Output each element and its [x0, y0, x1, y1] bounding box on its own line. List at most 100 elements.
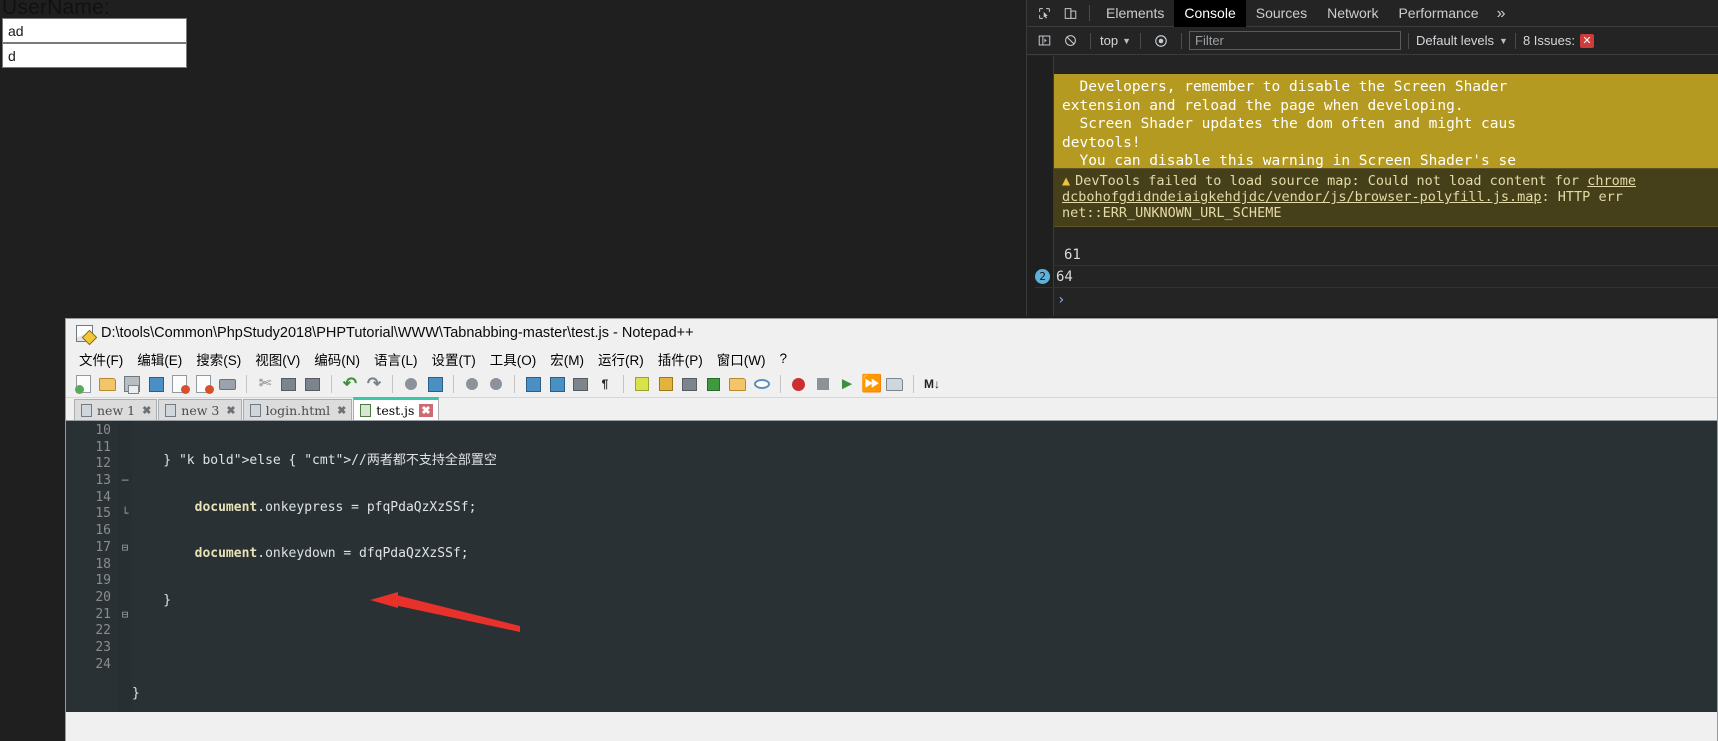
- console-sidebar-icon[interactable]: [1031, 29, 1057, 53]
- close-all-icon[interactable]: [194, 374, 214, 394]
- fold-marker-collapse[interactable]: ⊟: [118, 607, 132, 624]
- replace-icon[interactable]: [425, 374, 445, 394]
- console-log-entry: 2 64: [1035, 266, 1718, 288]
- menu-help[interactable]: ?: [772, 349, 794, 368]
- divider: [514, 374, 515, 393]
- fold-marker: [118, 523, 132, 540]
- save-icon[interactable]: [122, 374, 142, 394]
- paste-icon[interactable]: [303, 374, 323, 394]
- console-output[interactable]: Developers, remember to disable the Scre…: [1027, 56, 1718, 316]
- stop-macro-icon[interactable]: [813, 374, 833, 394]
- close-file-icon[interactable]: [170, 374, 190, 394]
- line-number: 16: [95, 523, 111, 539]
- monitor-icon[interactable]: [752, 374, 772, 394]
- menu-plugins[interactable]: 插件(P): [651, 347, 710, 371]
- code-editor[interactable]: 10 11 12 13 14 15 16 17 18 19 20 21 22 2…: [66, 421, 1717, 712]
- code-folding-column[interactable]: ─ └ ⊟ ⊟: [118, 421, 132, 712]
- divider: [392, 374, 393, 393]
- tab-performance[interactable]: Performance: [1388, 0, 1488, 27]
- tab-network[interactable]: Network: [1317, 0, 1388, 27]
- zoom-in-icon[interactable]: [462, 374, 482, 394]
- live-expression-icon[interactable]: [1148, 29, 1174, 53]
- tab-sources[interactable]: Sources: [1246, 0, 1317, 27]
- username-input[interactable]: [2, 18, 187, 43]
- line-number: 18: [95, 556, 111, 572]
- cut-icon[interactable]: ✄: [255, 374, 275, 394]
- document-tab-strip: new 1 ✖ new 3 ✖ login.html ✖ test.js ✖: [66, 397, 1717, 421]
- more-tabs-icon[interactable]: »: [1489, 0, 1514, 27]
- doc-tab-test-js[interactable]: test.js ✖: [353, 397, 439, 420]
- issues-counter[interactable]: 8 Issues: ✕: [1523, 33, 1594, 48]
- undo-icon[interactable]: ↶: [340, 374, 360, 394]
- redo-icon[interactable]: ↷: [364, 374, 384, 394]
- sourcemap-link-part2[interactable]: dcbohofgdidndeiaigkehdjdc/vendor/js/brow…: [1062, 189, 1542, 205]
- console-filter-input[interactable]: [1189, 31, 1401, 50]
- fast-play-macro-icon[interactable]: ⏩: [861, 374, 882, 394]
- fold-marker: [118, 623, 132, 640]
- menu-language[interactable]: 语言(L): [367, 347, 425, 371]
- word-wrap-icon[interactable]: [571, 374, 591, 394]
- menu-settings[interactable]: 设置(T): [425, 347, 483, 371]
- menu-macro[interactable]: 宏(M): [543, 347, 591, 371]
- line-number: 12: [95, 456, 111, 472]
- find-icon[interactable]: [401, 374, 421, 394]
- tab-console[interactable]: Console: [1174, 0, 1246, 27]
- record-macro-icon[interactable]: [789, 374, 809, 394]
- inspect-element-icon[interactable]: [1031, 1, 1057, 25]
- menu-window[interactable]: 窗口(W): [710, 347, 773, 371]
- code-content[interactable]: } "k bold">else { "cmt">//两者都不支持全部置空 doc…: [132, 421, 1717, 712]
- fold-marker-collapse[interactable]: ⊟: [118, 540, 132, 557]
- sync-horizontal-icon[interactable]: [547, 374, 567, 394]
- user-language-icon[interactable]: [656, 374, 676, 394]
- menu-run[interactable]: 运行(R): [591, 347, 651, 371]
- play-macro-icon[interactable]: ►: [837, 374, 857, 394]
- menu-file[interactable]: 文件(F): [72, 347, 130, 371]
- zoom-out-icon[interactable]: [486, 374, 506, 394]
- console-filter-bar: top ▼ Default levels ▼ 8 Issues: ✕: [1027, 27, 1718, 55]
- line-number: 10: [95, 423, 111, 438]
- save-all-icon[interactable]: [146, 374, 166, 394]
- copy-icon[interactable]: [279, 374, 299, 394]
- doc-map-icon[interactable]: [680, 374, 700, 394]
- clear-console-icon[interactable]: [1057, 29, 1083, 53]
- menu-tools[interactable]: 工具(O): [483, 347, 544, 371]
- close-icon[interactable]: ✖: [140, 404, 151, 417]
- context-selector[interactable]: top ▼: [1098, 33, 1133, 48]
- save-macro-icon[interactable]: [885, 374, 905, 394]
- sourcemap-prefix: DevTools failed to load source map: Coul…: [1075, 173, 1588, 189]
- password-input[interactable]: [2, 43, 187, 68]
- close-icon[interactable]: ✖: [224, 404, 235, 417]
- divider: [453, 374, 454, 393]
- sync-vertical-icon[interactable]: [523, 374, 543, 394]
- code-line: }: [132, 593, 172, 609]
- open-file-icon[interactable]: [98, 374, 118, 394]
- code-line: document.onkeypress = pfqPdaQzXzSSf;: [194, 499, 477, 515]
- console-prompt[interactable]: ›: [1057, 292, 1065, 308]
- divider: [246, 374, 247, 393]
- menu-encoding[interactable]: 编码(N): [307, 347, 367, 371]
- notepadpp-window: D:\tools\Common\PhpStudy2018\PHPTutorial…: [65, 318, 1718, 741]
- function-list-icon[interactable]: [704, 374, 724, 394]
- line-number-gutter: 10 11 12 13 14 15 16 17 18 19 20 21 22 2…: [66, 421, 118, 712]
- menu-search[interactable]: 搜索(S): [189, 347, 248, 371]
- doc-tab-new-1[interactable]: new 1 ✖: [74, 399, 158, 420]
- folder-workspace-icon[interactable]: [728, 374, 748, 394]
- doc-tab-login-html[interactable]: login.html ✖: [242, 399, 353, 420]
- close-icon[interactable]: ✖: [419, 403, 433, 417]
- new-file-icon[interactable]: [74, 374, 94, 394]
- file-icon: [81, 403, 92, 417]
- log-level-selector[interactable]: Default levels ▼: [1416, 33, 1508, 48]
- close-icon[interactable]: ✖: [335, 404, 346, 417]
- tab-elements[interactable]: Elements: [1096, 0, 1174, 27]
- device-toolbar-icon[interactable]: [1057, 1, 1083, 25]
- indent-guide-icon[interactable]: [632, 374, 652, 394]
- markdown-icon[interactable]: M↓: [922, 374, 942, 394]
- show-all-chars-icon[interactable]: ¶: [595, 374, 615, 394]
- menu-view[interactable]: 视图(V): [248, 347, 307, 371]
- menu-edit[interactable]: 编辑(E): [130, 347, 189, 371]
- console-log-entry: 61: [1054, 244, 1718, 266]
- doc-tab-label: login.html: [265, 402, 331, 418]
- sourcemap-link-part1[interactable]: chrome: [1587, 173, 1636, 189]
- print-icon[interactable]: [218, 374, 238, 394]
- doc-tab-new-3[interactable]: new 3 ✖: [158, 399, 242, 420]
